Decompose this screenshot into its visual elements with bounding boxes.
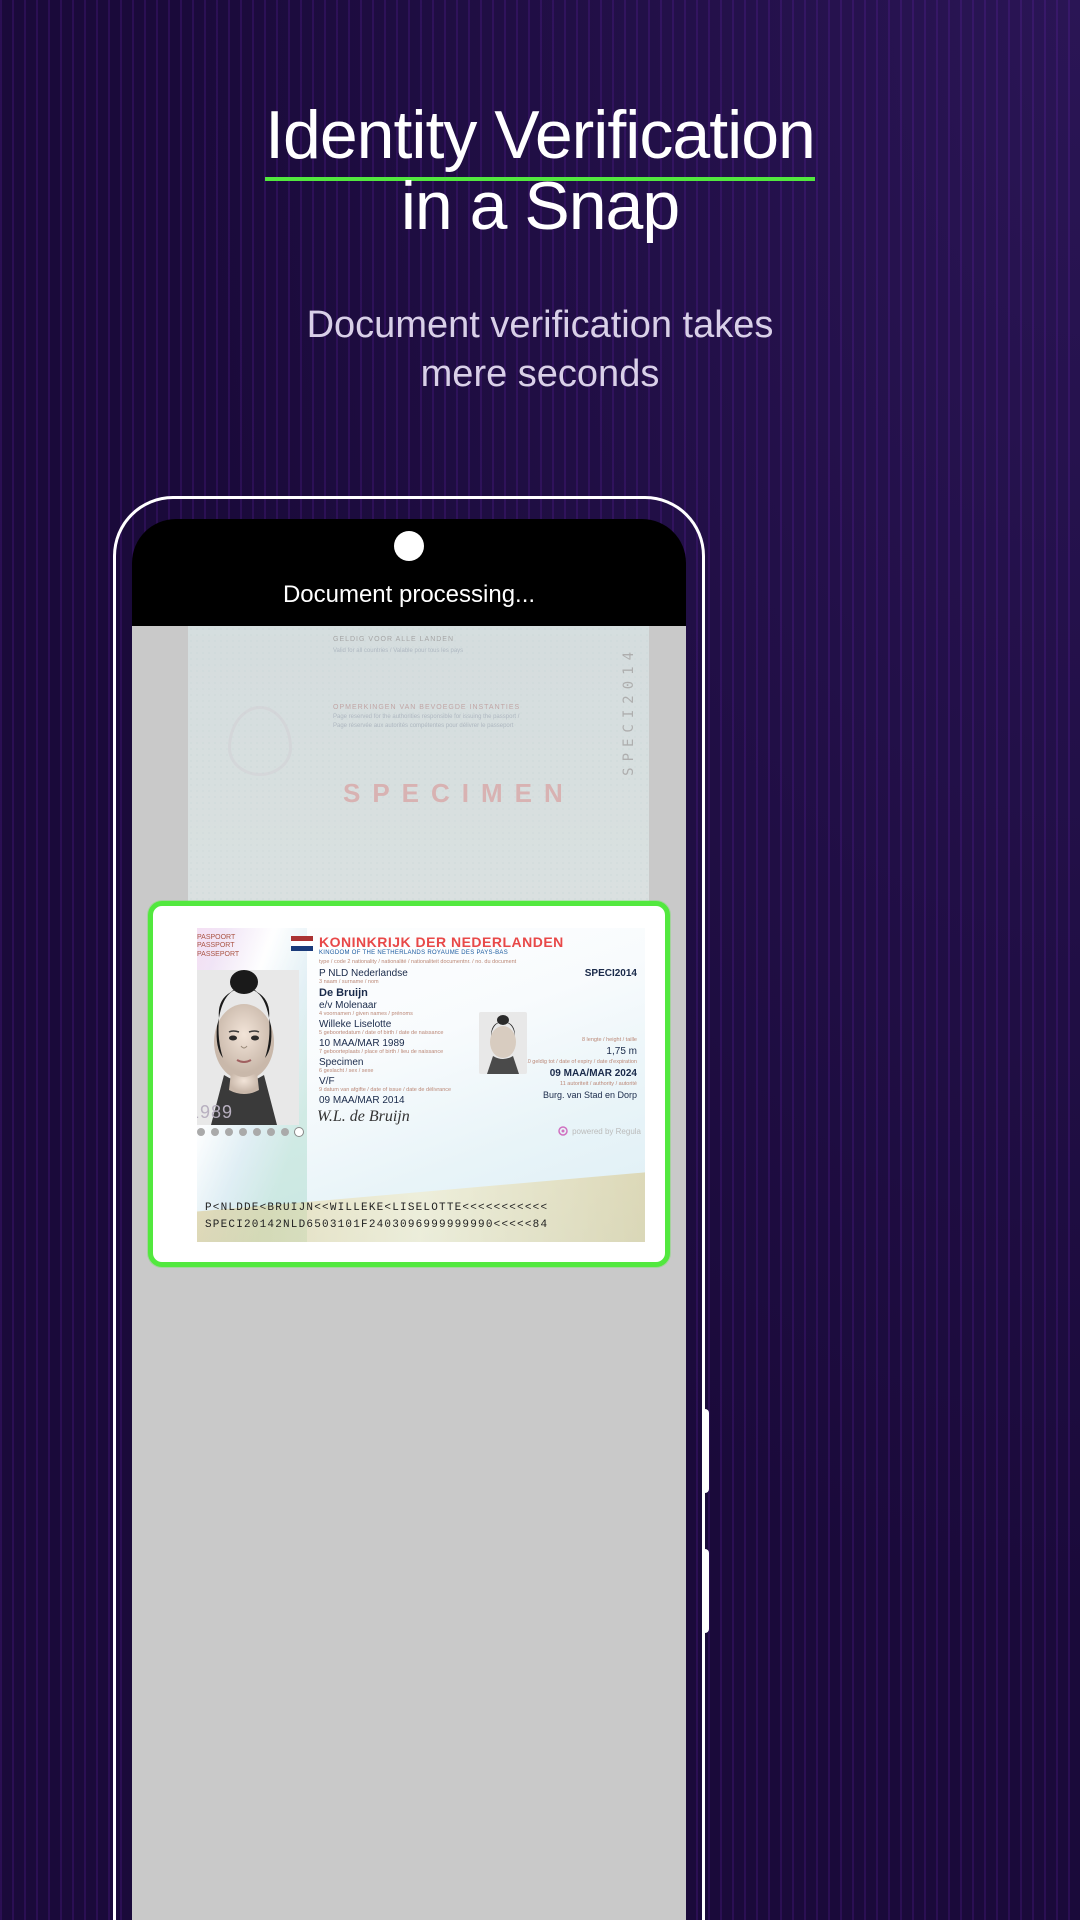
document-detection-frame: PASPOORT PASSPORT PASSEPORT KONINKRIJK D…: [148, 901, 670, 1267]
photo-year: 1989: [197, 1102, 233, 1123]
valid-for-line: Valid for all countries / Valable pour t…: [333, 648, 463, 654]
height: 1,75 m: [577, 1046, 637, 1057]
valid-for-label: GELDIG VOOR ALLE LANDEN: [333, 636, 454, 643]
regula-logo-icon: [558, 1126, 568, 1136]
phone-camera-notch: [394, 531, 424, 561]
given-names: Willeke Liselotte: [319, 1019, 391, 1030]
place-of-birth: Specimen: [319, 1057, 363, 1068]
sex: V/F: [319, 1076, 335, 1087]
hero: Identity Verification in a Snap Document…: [0, 0, 1080, 400]
expiry-date: 09 MAA/MAR 2024: [550, 1068, 637, 1079]
portrait-small-icon: [479, 1012, 527, 1074]
signature: W.L. de Bruijn: [317, 1108, 410, 1126]
page-dots: [197, 1128, 303, 1136]
netherlands-flag-icon: [291, 936, 313, 951]
phone-screen: Document processing... GELDIG VOOR ALLE …: [132, 519, 686, 1920]
specimen-watermark: SPECIMEN: [343, 778, 575, 809]
passport-ghost-photo: [479, 1012, 527, 1074]
phone-side-button: [702, 1549, 709, 1633]
hero-title-rest: in a Snap: [401, 168, 679, 244]
mrz-text: P<NLDDE<BRUIJN<<WILLEKE<LISELOTTE<<<<<<<…: [205, 1200, 637, 1234]
document-page-top: GELDIG VOOR ALLE LANDEN Valid for all co…: [188, 626, 649, 902]
date-of-birth: 10 MAA/MAR 1989: [319, 1038, 405, 1049]
country-subtitle: KINGDOM OF THE NETHERLANDS ROYAUME DES P…: [319, 950, 508, 956]
specimen-vertical: SPECI2014: [621, 646, 637, 776]
country-title: KONINKRIJK DER NEDERLANDEN: [319, 934, 564, 950]
remarks-label: OPMERKINGEN VAN BEVOEGDE INSTANTIES Page…: [333, 704, 520, 729]
powered-by-label: powered by Regula: [558, 1126, 641, 1136]
issue-date: 09 MAA/MAR 2014: [319, 1095, 405, 1106]
document-type-label: PASPOORT PASSPORT PASSEPORT: [197, 934, 239, 959]
document-number: SPECI2014: [585, 968, 637, 979]
type-code-nationality: P NLD Nederlandse: [319, 968, 408, 979]
phone-side-button: [702, 1409, 709, 1493]
hero-title: Identity Verification in a Snap: [0, 100, 1080, 243]
surname: De Bruijn: [319, 987, 368, 999]
authority: Burg. van Stad en Dorp: [543, 1090, 637, 1100]
spouse-name: e/v Molenaar: [319, 1000, 377, 1011]
passport-data-page: PASPOORT PASSPORT PASSEPORT KONINKRIJK D…: [197, 928, 645, 1242]
passport-photo: 1989: [197, 970, 299, 1125]
camera-viewport: GELDIG VOOR ALLE LANDEN Valid for all co…: [132, 626, 686, 1920]
hero-subtitle: Document verification takes mere seconds: [0, 301, 1080, 400]
